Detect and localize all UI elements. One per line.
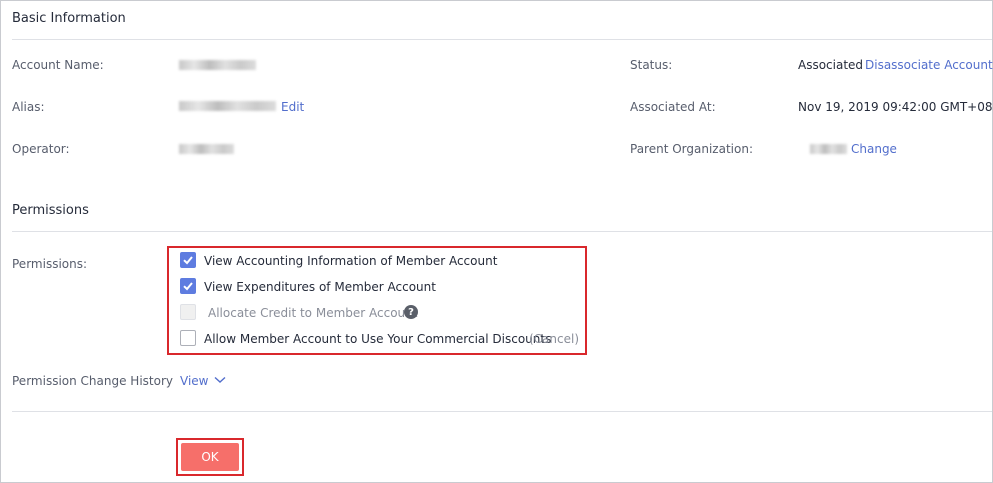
basic-information-title: Basic Information (12, 11, 126, 26)
view-expenditures-label[interactable]: View Expenditures of Member Account (204, 280, 436, 294)
permission-history-view-link[interactable]: View (180, 374, 226, 388)
view-expenditures-checkbox[interactable] (180, 278, 196, 294)
parent-organization-change-link[interactable]: Change (851, 142, 897, 156)
question-mark-icon[interactable]: ? (404, 305, 418, 319)
footer-divider (12, 411, 992, 412)
view-accounting-checkbox[interactable] (180, 252, 196, 268)
checkmark-icon (183, 256, 193, 265)
allocate-credit-checkbox (180, 304, 196, 320)
permissions-divider (12, 231, 992, 232)
account-name-label: Account Name: (12, 58, 104, 72)
account-name-value-redacted (179, 60, 256, 70)
permissions-label: Permissions: (12, 257, 88, 271)
alias-label: Alias: (12, 100, 45, 114)
alias-value-redacted (179, 101, 276, 111)
permissions-title: Permissions (12, 203, 89, 218)
permission-change-history-label: Permission Change History (12, 374, 173, 388)
operator-value-redacted (179, 144, 234, 154)
status-label: Status: (630, 58, 673, 72)
view-accounting-label[interactable]: View Accounting Information of Member Ac… (204, 254, 497, 268)
operator-label: Operator: (12, 142, 70, 156)
parent-organization-value-redacted (810, 144, 847, 154)
commercial-discounts-label[interactable]: Allow Member Account to Use Your Commerc… (204, 332, 551, 346)
associated-at-label: Associated At: (630, 100, 716, 114)
allocate-credit-label: Allocate Credit to Member Account (208, 306, 418, 320)
parent-organization-label: Parent Organization: (630, 142, 753, 156)
status-value: Associated (798, 58, 864, 72)
chevron-down-icon (214, 376, 226, 383)
commercial-discounts-checkbox[interactable] (180, 330, 196, 346)
disassociate-account-link[interactable]: Disassociate Account (865, 58, 993, 72)
permission-history-view-text[interactable]: View (180, 374, 208, 388)
alias-edit-link[interactable]: Edit (281, 100, 304, 114)
checkmark-icon (183, 282, 193, 291)
ok-button[interactable]: OK (181, 443, 239, 471)
basic-information-divider (12, 39, 992, 40)
associated-at-value: Nov 19, 2019 09:42:00 GMT+08:00 (798, 100, 993, 114)
commercial-discounts-cancel-hint: (Cancel) (529, 332, 580, 346)
